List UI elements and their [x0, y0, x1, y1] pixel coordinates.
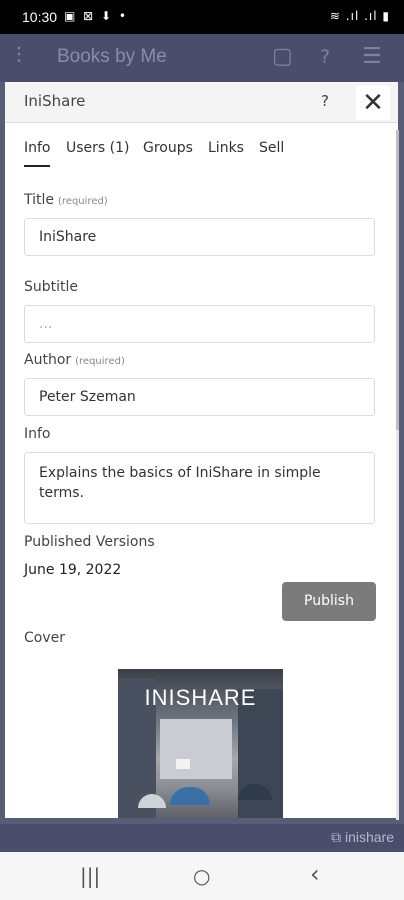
modal-header: IniShare ? ✕ — [5, 82, 398, 123]
notification-icons: ▣ ⊠ ⬇ • — [64, 9, 128, 23]
cover-umbrella-blue — [170, 787, 210, 805]
author-input[interactable]: Peter Szeman — [24, 378, 375, 416]
home-icon[interactable]: ○ — [193, 864, 210, 888]
close-icon[interactable]: ✕ — [356, 86, 390, 120]
back-icon[interactable]: ‹ — [310, 860, 320, 888]
scrollbar-thumb[interactable] — [396, 130, 399, 430]
title-label: Title (required) — [24, 192, 108, 208]
cover-image[interactable]: INISHARE — [118, 669, 283, 818]
tab-info[interactable]: Info — [24, 140, 51, 156]
publish-button[interactable]: Publish — [282, 582, 376, 621]
book-modal: IniShare ? ✕ Info Users (1) Groups Links… — [5, 82, 398, 818]
app-title: Books by Me — [57, 46, 167, 67]
cover-label: Cover — [24, 630, 65, 646]
title-input[interactable]: IniShare — [24, 218, 375, 256]
cover-sign — [176, 759, 190, 769]
scrollbar[interactable] — [396, 130, 399, 820]
modal-title: IniShare — [24, 92, 86, 110]
published-date: June 19, 2022 — [24, 562, 122, 578]
cover-building-center — [160, 719, 232, 779]
author-label: Author (required) — [24, 352, 125, 368]
info-textarea[interactable]: Explains the basics of IniShare in simpl… — [24, 452, 375, 524]
tab-sell[interactable]: Sell — [259, 140, 284, 156]
recents-icon[interactable]: ||| — [80, 864, 100, 888]
help-icon[interactable]: ? — [320, 46, 330, 68]
app-footer: ⧉ inishare — [0, 824, 404, 852]
subtitle-input[interactable]: ... — [24, 305, 375, 343]
filter-icon[interactable]: ⫶ — [16, 44, 22, 69]
cover-title: INISHARE — [144, 685, 257, 710]
modal-help-icon[interactable]: ? — [321, 92, 329, 110]
tab-links[interactable]: Links — [208, 140, 244, 156]
published-versions-label: Published Versions — [24, 534, 155, 550]
active-tab-indicator — [24, 165, 50, 167]
tab-groups[interactable]: Groups — [143, 140, 193, 156]
system-icons: ≋ .ıl .ıl ▮ — [329, 9, 390, 23]
menu-icon[interactable]: ☰ — [362, 44, 382, 69]
inishare-logo: ⧉ inishare — [331, 829, 394, 845]
system-nav-bar: ||| ○ ‹ — [0, 852, 404, 900]
clipboard-icon[interactable]: ▢ — [272, 44, 293, 69]
app-header: ⫶ Books by Me ▢ ? ☰ — [0, 34, 404, 82]
info-label: Info — [24, 426, 51, 442]
tab-users[interactable]: Users (1) — [66, 140, 130, 156]
status-bar: 10:30 ▣ ⊠ ⬇ • ≋ .ıl .ıl ▮ — [0, 0, 404, 34]
status-time: 10:30 — [22, 9, 58, 25]
subtitle-label: Subtitle — [24, 279, 79, 295]
